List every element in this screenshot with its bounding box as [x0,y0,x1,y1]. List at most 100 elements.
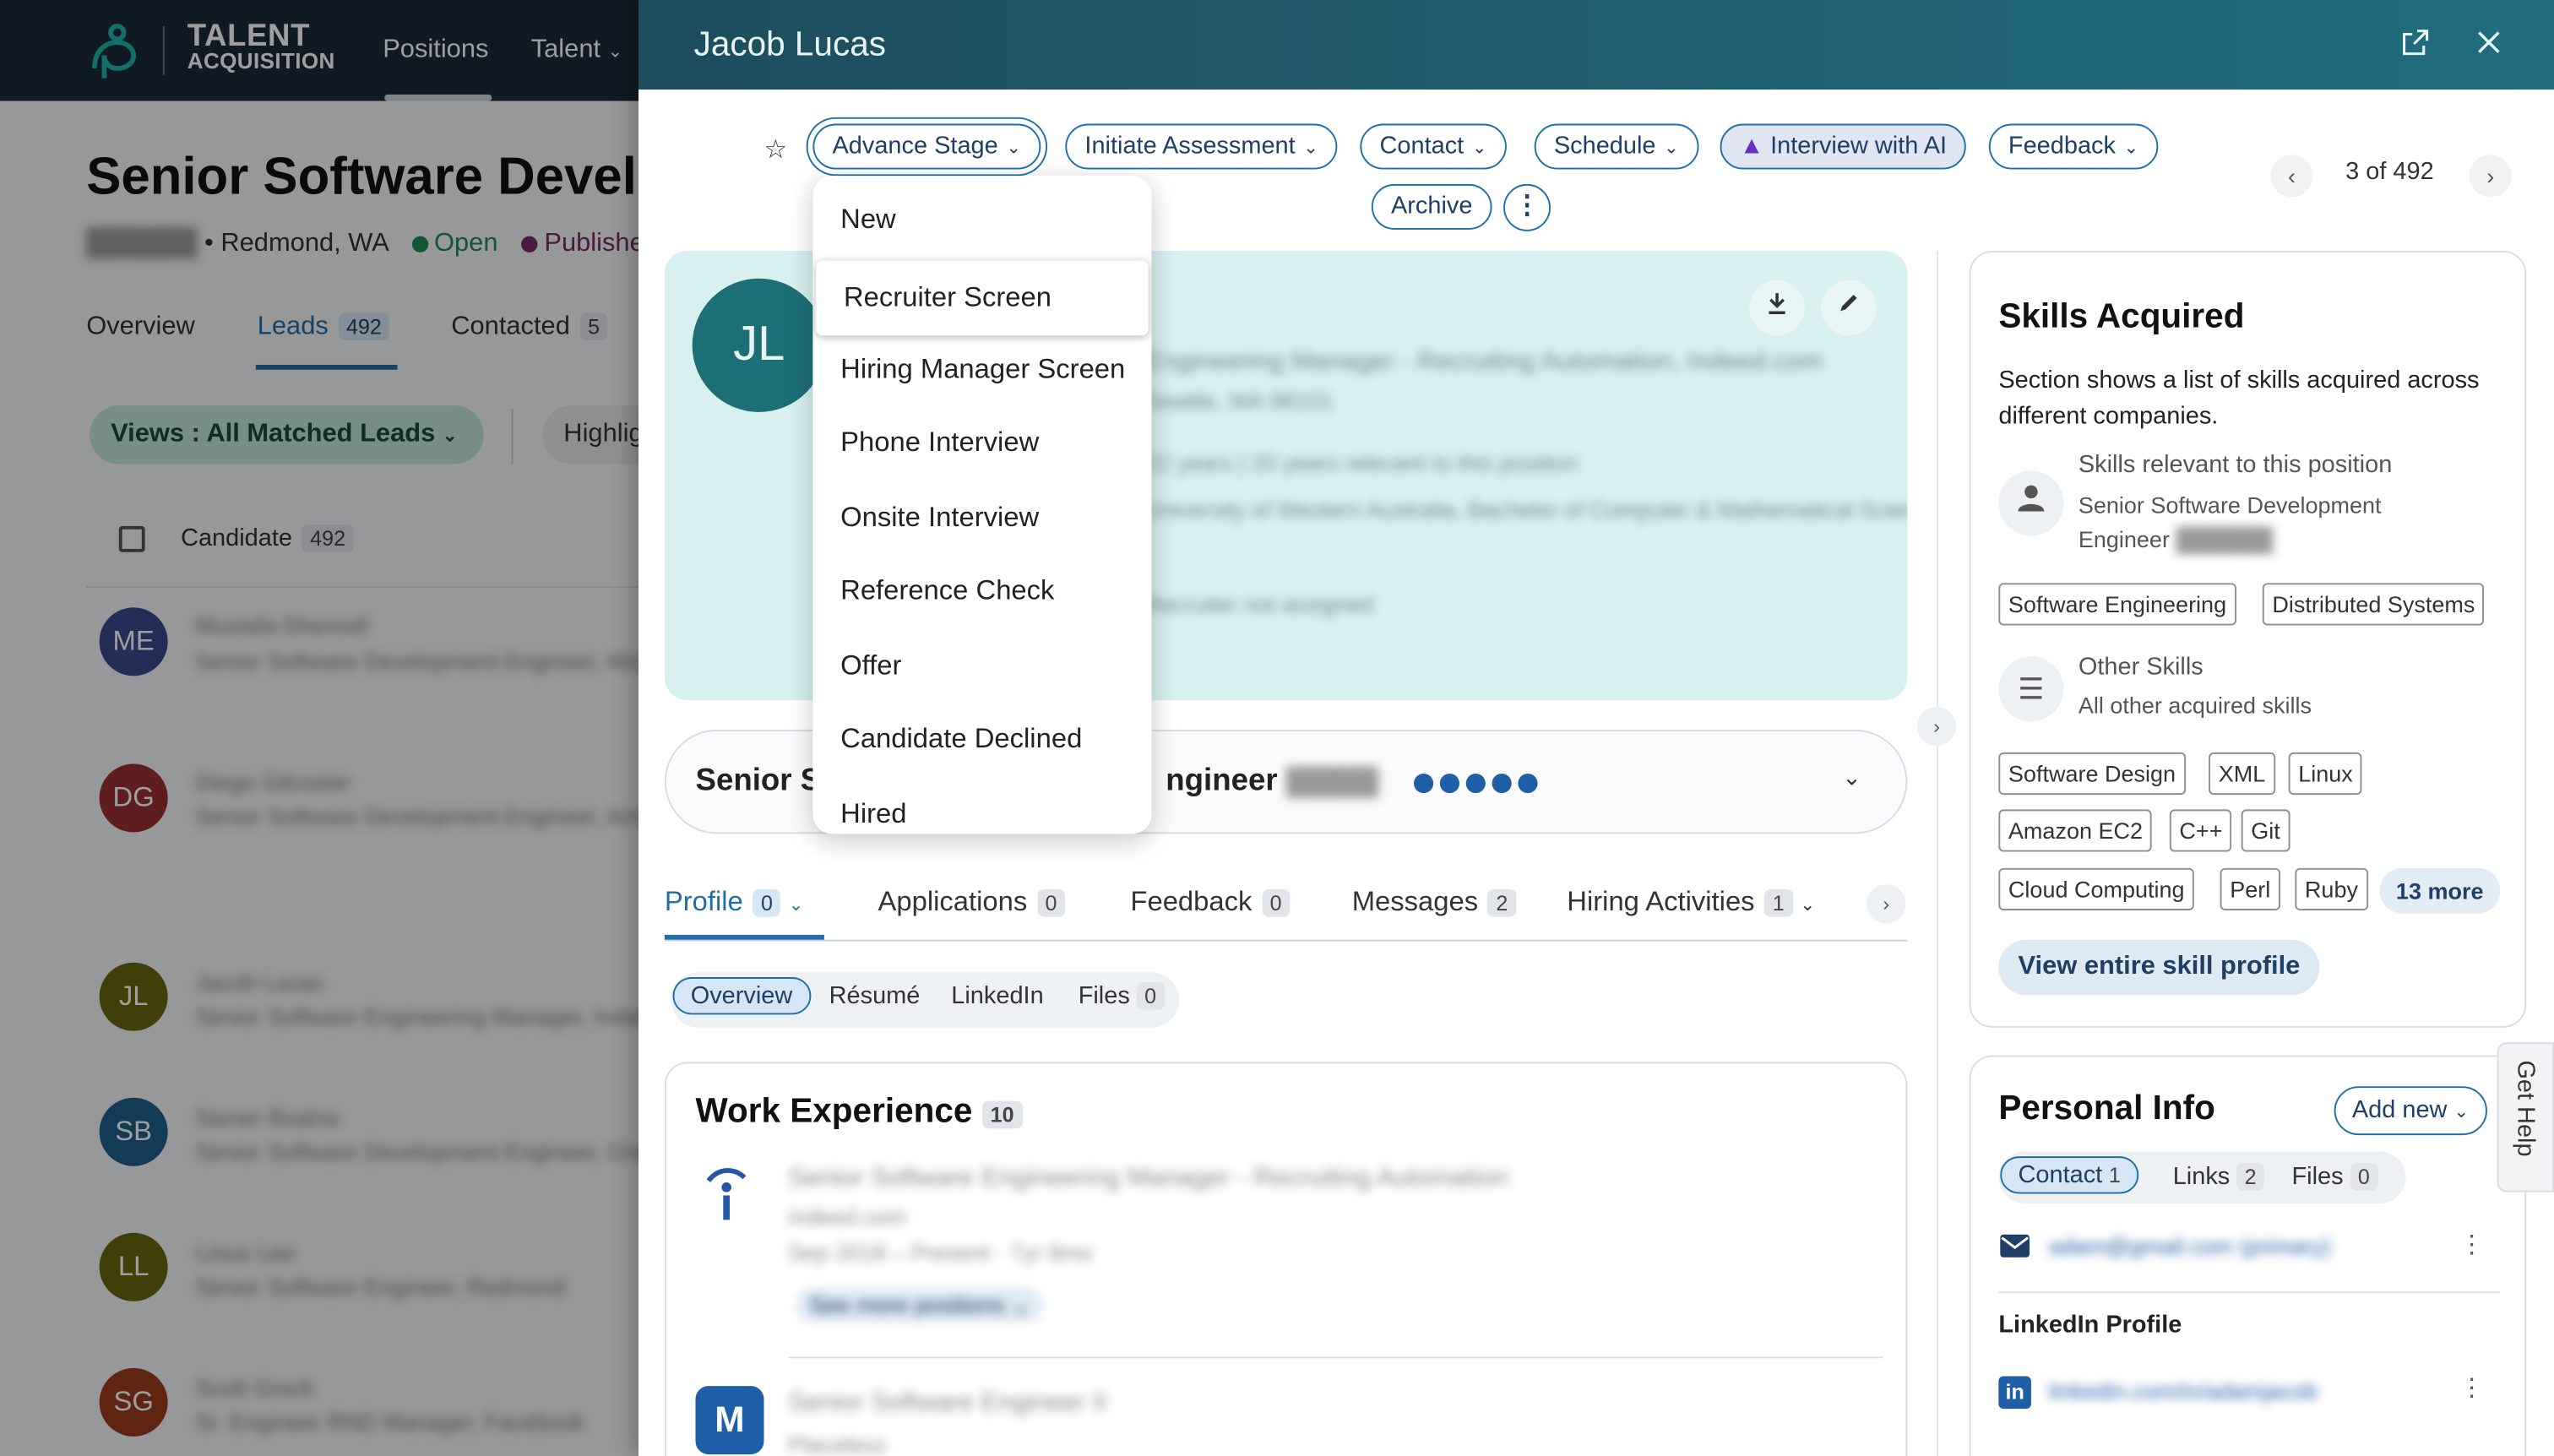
company-blurred: indeed.com [788,1203,907,1230]
more-skills-button[interactable]: 13 more [2379,867,2500,914]
contact-label: Contact [1379,132,1464,160]
stage-option-phone-interview[interactable]: Phone Interview [812,405,1151,481]
personal-info-card: Personal Info Add new ⌄ Contact 1 Links 2 … [1969,1055,2527,1456]
contact-button[interactable]: Contact ⌄ [1360,123,1507,170]
view-skill-profile-button[interactable]: View entire skill profile [1998,939,2320,996]
linkedin-url-blurred[interactable]: linkedin.com/in/adamjacob [2049,1377,2318,1404]
relevant-skills-subtitle: Senior Software Development Engineer ███… [2079,489,2437,557]
skill-chip: Amazon EC2 [1998,809,2153,852]
add-new-button[interactable]: Add new ⌄ [2334,1086,2487,1136]
tab-hiring-activities[interactable]: Hiring Activities 1 ⌄ [1567,886,1815,919]
chevron-down-icon: ⌄ [1664,138,1679,159]
contact-divider [1998,1291,2501,1294]
edit-pencil-icon[interactable] [1821,280,1877,336]
next-candidate-icon[interactable]: › [2469,155,2512,198]
skill-chip: Software Engineering [1998,583,2236,626]
headline-blurred: Engineering Manager - Recruiting Automat… [1144,348,1823,377]
skill-chip: Software Design [1998,752,2186,796]
company-blurred: Placeless [788,1432,886,1456]
initiate-assessment-label: Initiate Assessment [1084,132,1296,160]
stage-option-reference-check[interactable]: Reference Check [812,554,1151,629]
stage-option-onsite-interview[interactable]: Onsite Interview [812,481,1151,556]
download-icon[interactable] [1749,280,1805,336]
tab-links-label: Links [2172,1162,2231,1191]
tab-messages[interactable]: Messages 2 [1352,886,1516,919]
tab-files[interactable]: Files 0 [2291,1162,2378,1191]
tab-hiring-activities-count: 1 [1764,888,1793,917]
personal-info-tabs: Contact 1 Links 2 Files 0 [1998,1151,2406,1204]
close-icon[interactable] [2471,28,2507,63]
tab-profile-underline [664,934,824,940]
tabs-divider [664,939,1908,942]
advance-stage-button[interactable]: Advance Stage ⌄ [812,123,1041,170]
email-icon [1998,1233,2031,1259]
subtab-files-count: 0 [1136,981,1165,1010]
profile-subtabs: Overview Résumé LinkedIn Files 0 [671,972,1180,1028]
panel-divider [1937,250,1938,1456]
stage-option-hired[interactable]: Hired [812,777,1151,834]
archive-button[interactable]: Archive [1371,183,1492,230]
skills-description: Section shows a list of skills acquired … [1998,366,2480,431]
stage-option-offer[interactable]: Offer [812,628,1151,704]
feedback-button[interactable]: Feedback ⌄ [1988,123,2159,170]
skill-chip: C++ [2169,809,2233,852]
person-icon [1998,470,2064,536]
work-experience-section: Work Experience 10 Senior Software Engine… [664,1062,1908,1456]
stage-option-hiring-manager-screen[interactable]: Hiring Manager Screen [812,332,1151,407]
see-more-blurred[interactable]: See more positions ⌄ [796,1288,1044,1323]
candidate-name: Jacob Lucas [693,25,886,64]
initiate-assessment-button[interactable]: Initiate Assessment ⌄ [1065,123,1339,170]
interview-with-ai-button[interactable]: ▲ Interview with AI [1720,123,1967,170]
tab-applications-count: 0 [1036,888,1066,917]
candidate-pager: 3 of 492 [2345,158,2434,186]
owner-blurred: Recruiter not assigned [1144,591,1373,617]
tab-messages-count: 2 [1487,888,1516,917]
subtab-linkedin[interactable]: LinkedIn [951,982,1043,1010]
applied-position-title-end: ngineer [1166,763,1278,798]
stage-option-new[interactable]: New [812,182,1151,258]
list-icon: ☰ [1998,656,2064,722]
linkedin-more-icon[interactable]: ⋮ [2459,1373,2484,1403]
schedule-label: Schedule [1553,132,1656,160]
subtab-resume[interactable]: Résumé [829,982,921,1010]
tab-messages-label: Messages [1351,886,1479,917]
experience-divider [788,1356,1883,1359]
collapse-sidebar-icon[interactable]: › [1916,706,1957,747]
tab-contact-count: 1 [2108,1162,2121,1187]
stage-option-recruiter-screen[interactable]: Recruiter Screen [816,260,1149,336]
position-id-blurred: ██████ [2176,525,2274,552]
subtab-overview[interactable]: Overview [672,977,811,1015]
open-external-icon[interactable] [2398,28,2433,63]
schedule-button[interactable]: Schedule ⌄ [1534,123,1699,170]
email-more-icon[interactable]: ⋮ [2459,1230,2484,1259]
personal-info-title: Personal Info [1998,1089,2215,1127]
modal-backdrop[interactable] [0,0,638,1456]
skill-chip: Git [2241,809,2290,852]
add-new-label: Add new [2351,1095,2448,1124]
tab-feedback[interactable]: Feedback 0 [1130,886,1291,919]
job-title-blurred: Senior Software Engineering Manager - Re… [788,1164,1508,1193]
favorite-star-icon[interactable]: ☆ [763,133,787,166]
tab-applications[interactable]: Applications 0 [878,886,1066,919]
tab-links[interactable]: Links 2 [2172,1162,2265,1191]
stage-option-candidate-declined[interactable]: Candidate Declined [812,702,1151,777]
skill-chip: Cloud Computing [1998,867,2195,910]
skills-title: Skills Acquired [1998,297,2245,336]
tab-profile[interactable]: Profile 0 ⌄ [665,886,804,919]
job-title-blurred: Senior Software Engineer II [788,1388,1107,1417]
tabs-scroll-right-icon[interactable]: › [1867,884,1906,924]
candidate-avatar: JL [692,278,826,412]
work-experience-title: Work Experience 10 [695,1092,1023,1132]
work-experience-label: Work Experience [695,1092,973,1131]
relevant-skills-title: Skills relevant to this position [2078,451,2393,479]
get-help-tab[interactable]: Get Help [2497,1042,2554,1193]
chevron-down-icon: ⌄ [2453,1102,2470,1122]
tab-contact[interactable]: Contact 1 [2000,1156,2139,1194]
tab-files-label: Files [2291,1162,2344,1191]
email-value-blurred[interactable]: adam@gmail.com (primary) [2049,1233,2330,1259]
subtab-files[interactable]: Files 0 [1079,981,1165,1010]
more-options-icon[interactable]: ⋮ [1503,183,1551,231]
stage-progress-dots [1413,772,1544,801]
previous-candidate-icon[interactable]: ‹ [2270,155,2313,198]
tab-applications-label: Applications [878,886,1028,917]
